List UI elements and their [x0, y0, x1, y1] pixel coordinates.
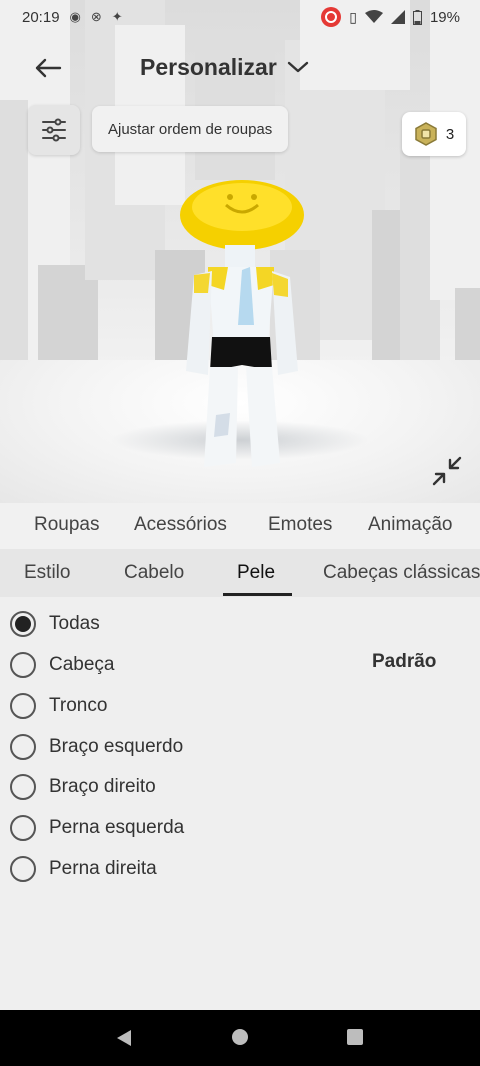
- subcategory-tabs: Estilo Cabelo Pele Cabeças clássicas: [0, 549, 480, 597]
- robux-amount: 3: [445, 125, 455, 143]
- collapse-icon[interactable]: [428, 452, 466, 490]
- radio-cabeca[interactable]: Cabeça: [0, 647, 380, 683]
- status-time: 20:19: [22, 8, 60, 26]
- radio-button-checked[interactable]: [10, 611, 36, 637]
- radio-perna-esquerda[interactable]: Perna esquerda: [0, 810, 380, 846]
- category-edge-fade: ,: [0, 514, 1, 536]
- radio-label: Tronco: [49, 695, 108, 716]
- radio-button[interactable]: [10, 774, 36, 800]
- radio-button[interactable]: [10, 693, 36, 719]
- radio-button[interactable]: [10, 815, 36, 841]
- bug-icon: ✦: [111, 9, 123, 24]
- page-title: Personalizar: [140, 53, 277, 80]
- tooltip-text: Ajustar ordem de roupas: [108, 120, 273, 138]
- adjust-order-tooltip: Ajustar ordem de roupas: [92, 106, 289, 152]
- system-nav-bar: [0, 1010, 480, 1066]
- radio-braco-direito[interactable]: Braço direito: [0, 769, 380, 805]
- battery-percent: 19%: [429, 8, 460, 26]
- title-dropdown[interactable]: Personalizar: [140, 48, 309, 86]
- back-triangle-icon[interactable]: [114, 1028, 134, 1048]
- subtab-pele[interactable]: Pele: [237, 562, 275, 584]
- sliders-icon: [42, 118, 66, 142]
- avatar-model: [180, 180, 304, 467]
- status-bar: 20:19 ◉ ⊗ ✦ ▯ 19%: [0, 0, 480, 34]
- radio-perna-direita[interactable]: Perna direita: [0, 851, 380, 887]
- subtab-cabecas-classicas[interactable]: Cabeças clássicas: [323, 562, 480, 584]
- tab-roupas[interactable]: Roupas: [34, 514, 100, 536]
- recents-square-icon[interactable]: [346, 1028, 364, 1046]
- subtab-estilo[interactable]: Estilo: [24, 562, 70, 584]
- radio-button[interactable]: [10, 734, 36, 760]
- adjust-order-button[interactable]: [28, 105, 80, 155]
- tab-animacao[interactable]: Animação: [368, 514, 453, 536]
- radio-label: Braço esquerdo: [49, 736, 184, 757]
- record-icon: [321, 7, 342, 27]
- signal-icon: [390, 10, 405, 24]
- robux-balance[interactable]: 3: [402, 112, 466, 156]
- radio-button[interactable]: [10, 856, 36, 882]
- radio-braco-esquerdo[interactable]: Braço esquerdo: [0, 729, 380, 765]
- radio-label: Perna esquerda: [49, 817, 185, 838]
- radio-label: Perna direita: [49, 858, 157, 879]
- home-circle-icon[interactable]: [231, 1028, 249, 1046]
- category-tabs: , Roupas Acessórios Emotes Animação: [0, 503, 480, 549]
- robux-icon: [415, 122, 437, 146]
- radio-todas[interactable]: Todas: [0, 606, 380, 642]
- radio-label: Cabeça: [49, 654, 115, 675]
- radio-tronco[interactable]: Tronco: [0, 688, 380, 724]
- skin-tone-label[interactable]: Padrão: [372, 651, 436, 673]
- arrow-left-icon: [35, 58, 62, 78]
- battery-icon: [412, 9, 422, 25]
- chevron-down-icon: [287, 61, 308, 73]
- vibrate-icon: ▯: [349, 8, 357, 25]
- link-icon: ⊗: [90, 9, 102, 24]
- media-icon: ◉: [69, 9, 81, 24]
- radio-label: Braço direito: [49, 776, 156, 797]
- radio-button[interactable]: [10, 652, 36, 678]
- back-button[interactable]: [30, 50, 66, 86]
- active-tab-indicator: [223, 593, 292, 596]
- wifi-icon: [364, 10, 383, 23]
- tab-emotes[interactable]: Emotes: [268, 514, 332, 536]
- tab-acessorios[interactable]: Acessórios: [134, 514, 227, 536]
- radio-label: Todas: [49, 613, 100, 634]
- subtab-cabelo[interactable]: Cabelo: [124, 562, 184, 584]
